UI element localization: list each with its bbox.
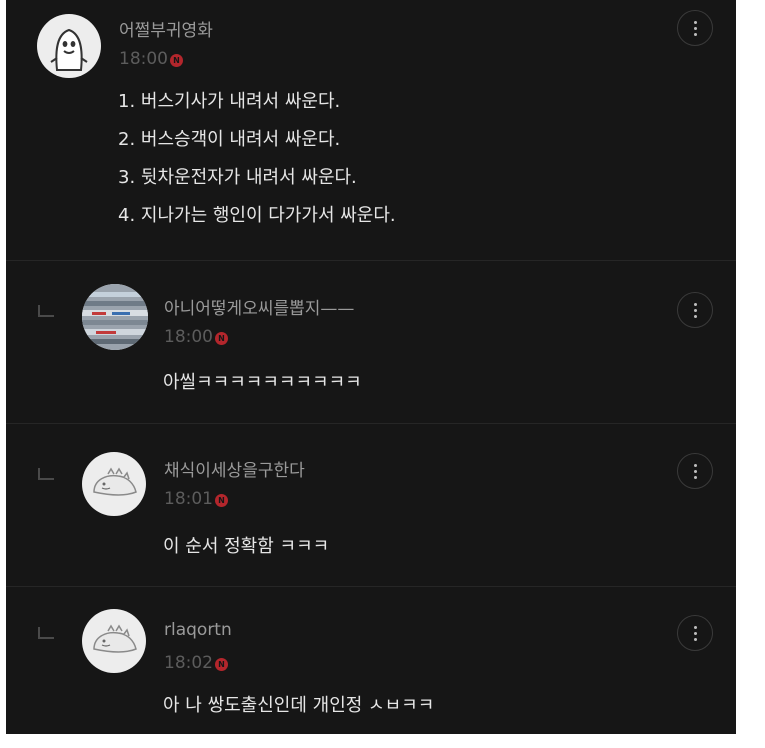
reply-body: 이 순서 정확함 ㅋㅋㅋ [163,536,330,557]
reply-time: 18:01 N [164,489,228,509]
reply: 아니어떻게오씨를뽑지—— 18:00 N 아씰ㅋㅋㅋㅋㅋㅋㅋㅋㅋㅋ [6,261,736,424]
comment-author[interactable]: 어쩔부귀영화 [119,16,213,41]
reply-author[interactable]: 채식이세상을구한다 [164,456,305,481]
reply-body: 아 나 쌍도출신인데 개인정 ㅅㅂㅋㅋ [163,695,435,716]
dinosaur-avatar-icon[interactable] [82,452,146,516]
more-vertical-icon[interactable] [677,615,713,651]
reply-author[interactable]: 아니어떻게오씨를뽑지—— [164,294,354,319]
reply-time: 18:00 N [164,327,228,347]
comment-line: 1. 버스기사가 내려서 싸운다. [118,91,341,112]
more-vertical-icon[interactable] [677,292,713,328]
more-vertical-icon[interactable] [677,453,713,489]
reply: rlaqortn 18:02 N 아 나 쌍도출신인데 개인정 ㅅㅂㅋㅋ [6,587,736,734]
reply-arrow-icon [38,305,54,317]
comment-body: 1. 버스기사가 내려서 싸운다. 2. 버스승객이 내려서 싸운다. 3. 뒷… [118,83,396,235]
comment-line: 2. 버스승객이 내려서 싸운다. [118,129,341,150]
striped-photo-avatar-icon[interactable] [82,284,148,350]
reply-author[interactable]: rlaqortn [164,620,232,640]
new-badge: N [215,494,228,507]
reply-timestamp: 18:02 [164,653,213,673]
ghost-character-avatar-icon[interactable] [37,14,101,78]
reply-time: 18:02 N [164,653,228,673]
comment-line: 4. 지나가는 행인이 다가가서 싸운다. [118,205,396,226]
new-badge: N [170,54,183,67]
reply-timestamp: 18:00 [164,327,213,347]
comment: 어쩔부귀영화 18:00 N 1. 버스기사가 내려서 싸운다. 2. 버스승객이… [6,0,736,261]
comment-time: 18:00 N [119,49,183,69]
comment-list: 어쩔부귀영화 18:00 N 1. 버스기사가 내려서 싸운다. 2. 버스승객이… [6,0,736,734]
reply-arrow-icon [38,468,54,480]
reply: 채식이세상을구한다 18:01 N 이 순서 정확함 ㅋㅋㅋ [6,424,736,587]
dinosaur-avatar-icon[interactable] [82,609,146,673]
new-badge: N [215,658,228,671]
reply-body: 아씰ㅋㅋㅋㅋㅋㅋㅋㅋㅋㅋ [163,372,362,393]
comment-line: 3. 뒷차운전자가 내려서 싸운다. [118,167,357,188]
reply-timestamp: 18:01 [164,489,213,509]
reply-arrow-icon [38,627,54,639]
more-vertical-icon[interactable] [677,10,713,46]
new-badge: N [215,332,228,345]
comment-timestamp: 18:00 [119,49,168,69]
